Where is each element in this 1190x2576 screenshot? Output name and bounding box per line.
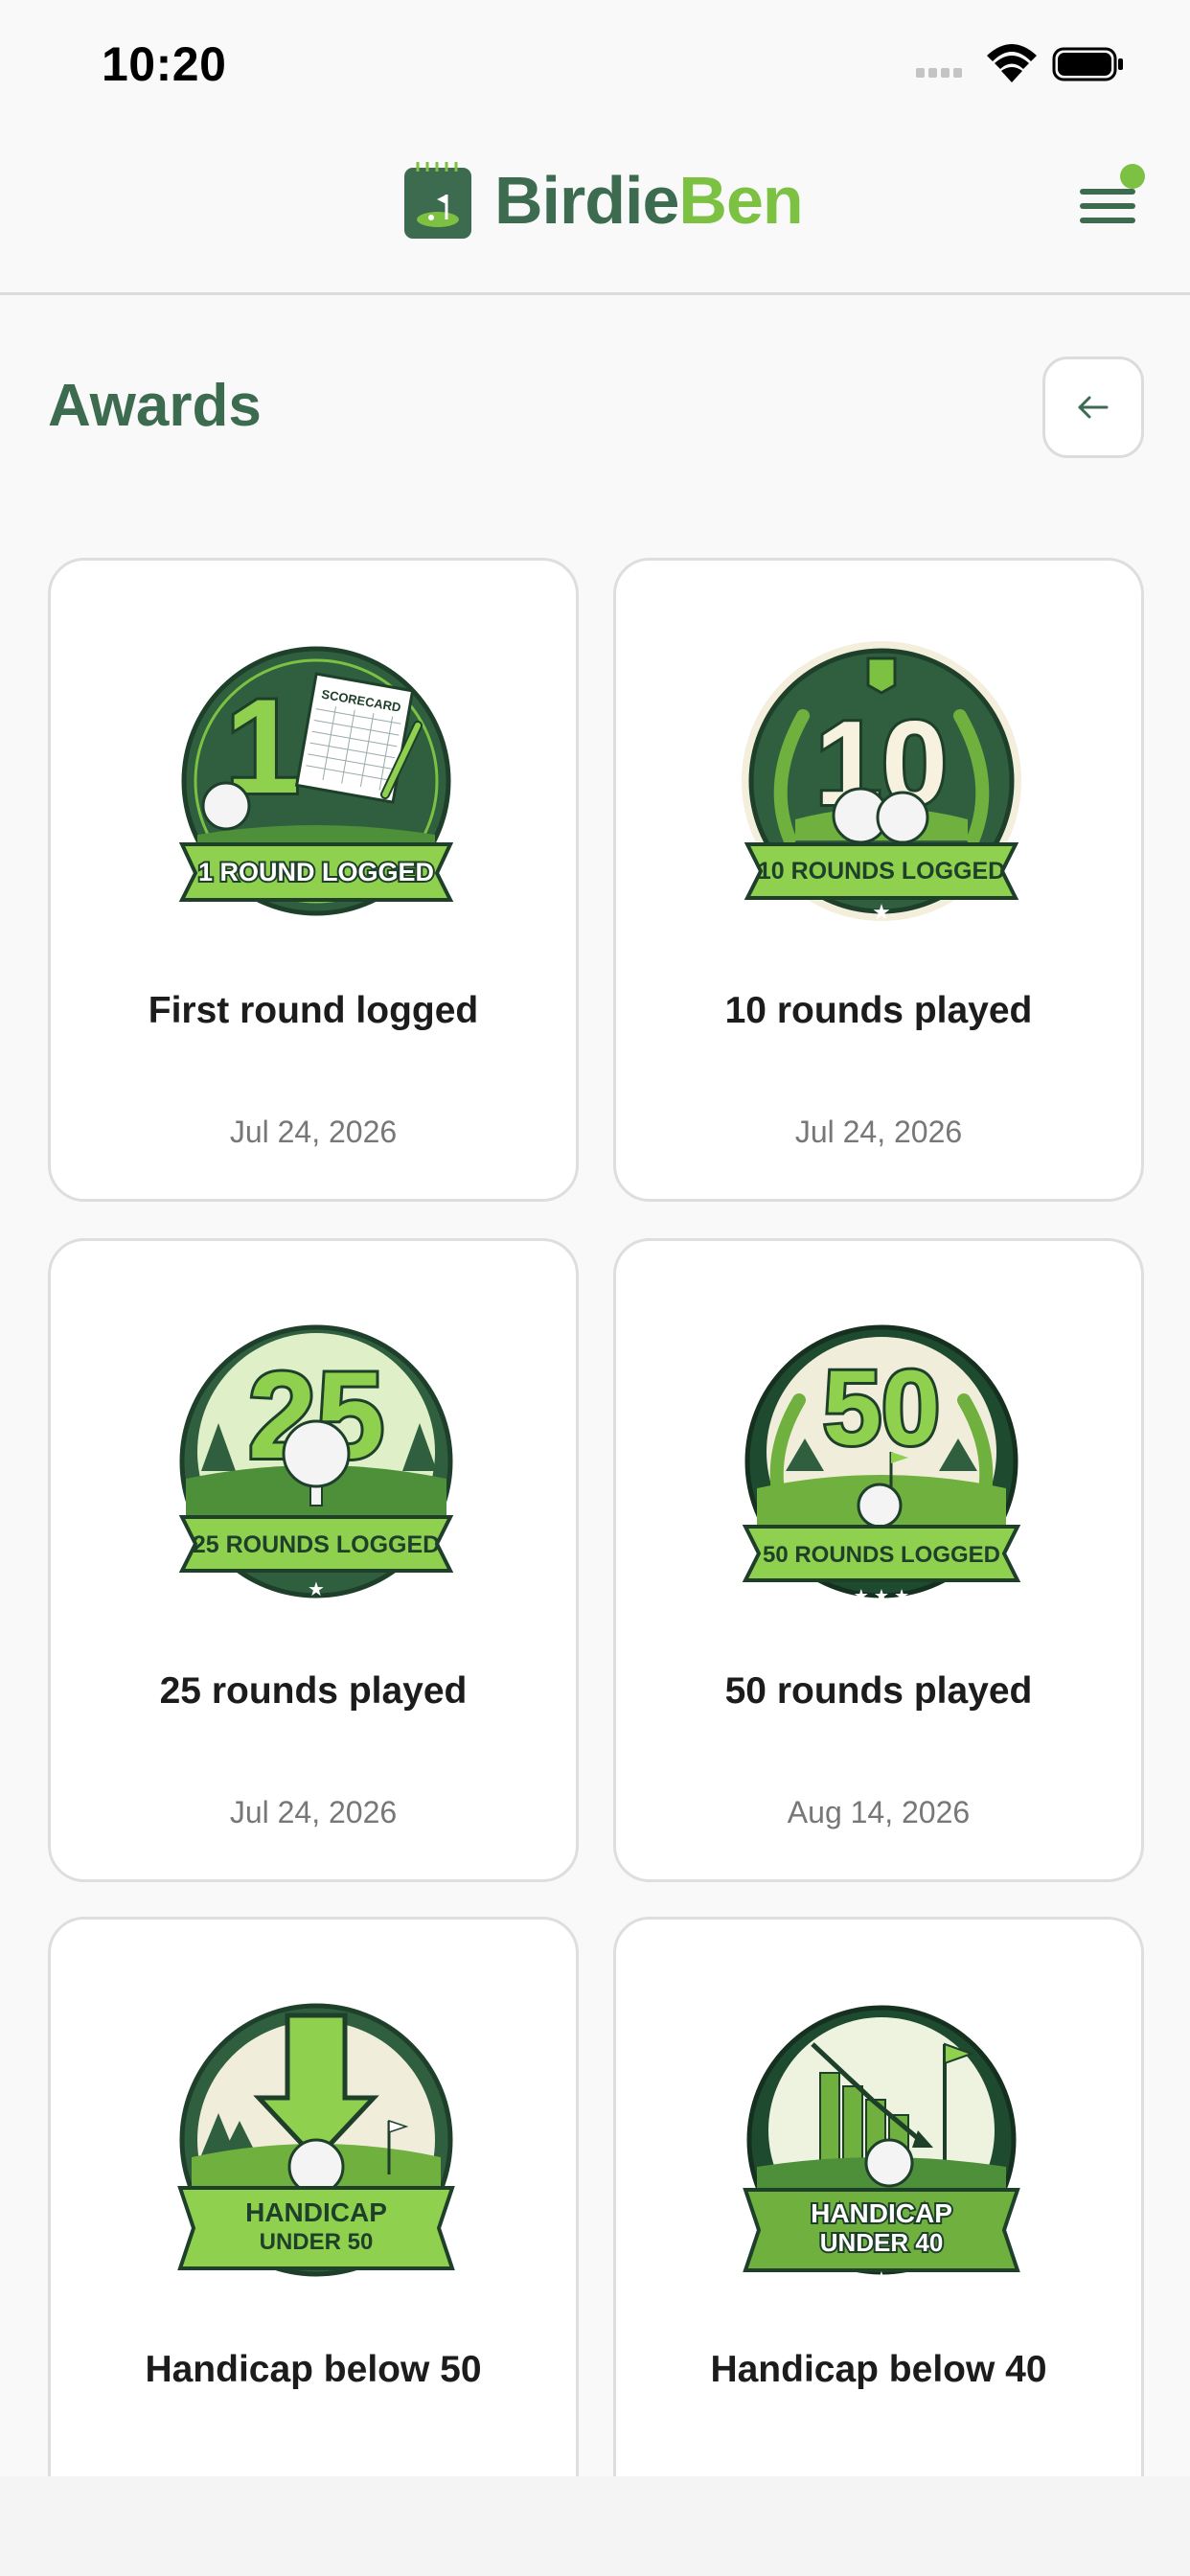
brand-name: BirdieBen — [494, 162, 804, 239]
award-card[interactable]: HANDICAP UNDER 40 ★ Handicap below 40 — [613, 1917, 1144, 2476]
badge-banner: 50 ROUNDS LOGGED — [763, 1542, 1000, 1568]
award-badge-1-round-icon: 1 SCORECARD 1 ROUND LOGGED — [176, 641, 456, 921]
battery-icon — [1052, 47, 1123, 81]
badge-banner: 10 ROUNDS LOGGED — [758, 858, 1005, 885]
award-date: Jul 24, 2026 — [794, 1115, 963, 1149]
award-badge-handicap-under-40-icon: HANDICAP UNDER 40 ★ — [742, 2000, 1021, 2288]
award-card[interactable]: 1 SCORECARD 1 ROUND LOGGED First round l… — [48, 558, 579, 1202]
brand-name-part2: Ben — [678, 163, 803, 238]
hamburger-icon — [1080, 189, 1135, 223]
award-card[interactable]: HANDICAP UNDER 50 Handicap below 50 — [48, 1917, 579, 2476]
badge-line1: HANDICAP — [811, 2198, 952, 2228]
app-header: BirdieBen — [0, 125, 1190, 295]
award-badge-25-rounds-icon: 25 25 ROUNDS LOGGED ★ — [174, 1320, 458, 1603]
badge-banner: 25 ROUNDS LOGGED — [193, 1531, 440, 1558]
award-card[interactable]: 10 10 ROUNDS LOGGED ★ 10 rounds played J… — [613, 558, 1144, 1202]
svg-text:★: ★ — [872, 900, 891, 924]
award-badge-handicap-under-50-icon: HANDICAP UNDER 50 — [174, 1998, 458, 2282]
signal-icon — [916, 68, 962, 78]
award-title: 10 rounds played — [724, 990, 1033, 1031]
award-date: Aug 14, 2026 — [787, 1795, 971, 1829]
award-title: 25 rounds played — [159, 1670, 468, 1712]
award-card[interactable]: 50 50 ROUNDS LOGGED ★ ★ ★ 50 rounds play… — [613, 1238, 1144, 1882]
award-date: Jul 24, 2026 — [229, 1795, 398, 1829]
award-badge-50-rounds-icon: 50 50 ROUNDS LOGGED ★ ★ ★ — [740, 1320, 1023, 1605]
notification-dot-icon — [1120, 164, 1145, 189]
bottom-safe-area — [0, 2476, 1190, 2576]
scorecard-flag-logo-icon — [404, 162, 471, 239]
award-date: Jul 24, 2026 — [229, 1115, 398, 1149]
award-badge-10-rounds-icon: 10 10 ROUNDS LOGGED ★ — [742, 641, 1021, 924]
award-card[interactable]: 25 25 ROUNDS LOGGED ★ 25 rounds played J… — [48, 1238, 579, 1882]
award-title: Handicap below 40 — [710, 2349, 1047, 2390]
award-title: First round logged — [148, 990, 479, 1031]
page-title: Awards — [48, 373, 262, 439]
arrow-left-icon — [1078, 396, 1109, 419]
brand[interactable]: BirdieBen — [402, 157, 804, 243]
svg-text:★: ★ — [308, 1579, 325, 1600]
award-title: 50 rounds played — [724, 1670, 1033, 1712]
status-bar: 10:20 — [0, 0, 1190, 125]
award-title: Handicap below 50 — [145, 2349, 482, 2390]
wifi-icon — [987, 44, 1037, 82]
badge-number: 50 — [823, 1349, 940, 1467]
badge-banner: 1 ROUND LOGGED — [198, 858, 434, 886]
awards-grid[interactable]: 1 SCORECARD 1 ROUND LOGGED First round l… — [0, 556, 1190, 2476]
awards-screen: 10:20 BirdieBen Awards 1 SCORECARD 1 ROU… — [0, 0, 1190, 2576]
svg-text:★ ★ ★: ★ ★ ★ — [854, 1586, 909, 1605]
status-time: 10:20 — [102, 37, 227, 91]
brand-name-part1: Birdie — [494, 163, 679, 238]
back-button[interactable] — [1042, 356, 1144, 458]
badge-line2: UNDER 50 — [260, 2229, 374, 2255]
menu-button[interactable] — [1071, 163, 1148, 240]
status-icons — [916, 44, 1123, 82]
badge-line2: UNDER 40 — [820, 2228, 944, 2257]
svg-text:★: ★ — [874, 2268, 889, 2288]
badge-line1: HANDICAP — [245, 2197, 387, 2227]
